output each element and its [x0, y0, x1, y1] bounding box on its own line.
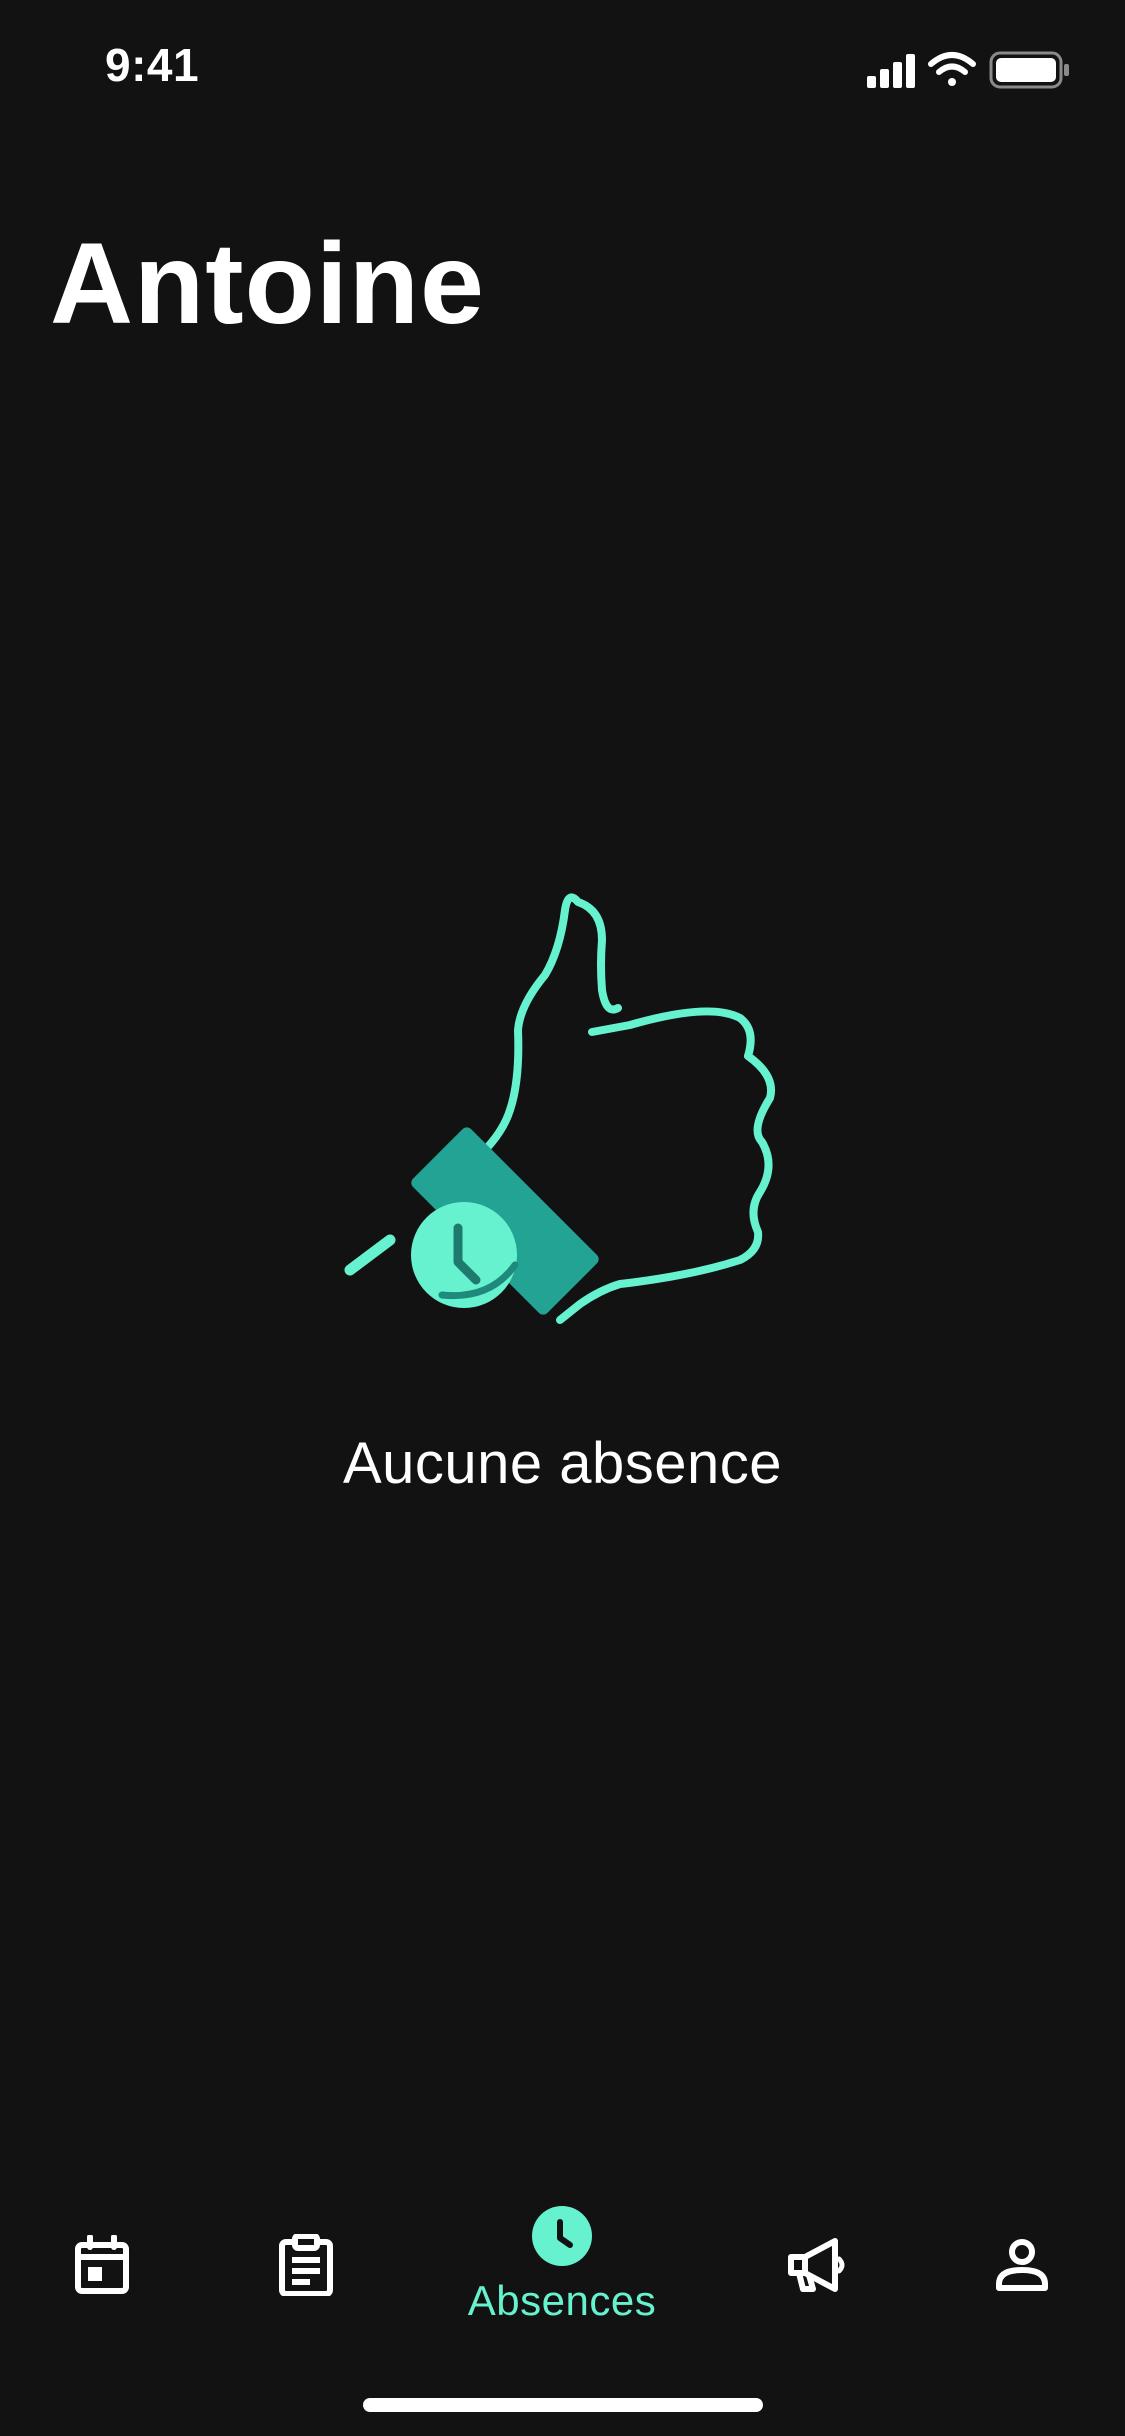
- megaphone-icon: [788, 2238, 845, 2292]
- home-indicator[interactable]: [363, 2398, 763, 2412]
- page-title: Antoine: [50, 220, 485, 349]
- wifi-icon: [928, 52, 976, 86]
- battery-icon: [989, 51, 1069, 89]
- status-bar: 9:41: [0, 0, 1125, 132]
- tab-absences-label: Absences: [467, 2277, 657, 2324]
- status-time: 9:41: [105, 39, 200, 91]
- calendar-icon: [75, 2235, 129, 2294]
- cellular-signal-icon: [867, 54, 915, 88]
- tab-profile[interactable]: [972, 2180, 1072, 2350]
- tab-bar: Absences: [0, 2180, 1125, 2350]
- tab-announcements[interactable]: [768, 2180, 868, 2350]
- tab-calendar[interactable]: [52, 2180, 152, 2350]
- tab-absences[interactable]: Absences: [452, 2180, 672, 2350]
- clock-icon: [532, 2206, 592, 2266]
- clipboard-icon: [279, 2234, 333, 2296]
- tab-clipboard[interactable]: [256, 2180, 356, 2350]
- status-icons: [867, 50, 1077, 90]
- thumbs-up-watch-illustration: [330, 880, 810, 1360]
- empty-state-message: Aucune absence: [342, 1431, 783, 1496]
- profile-icon: [996, 2239, 1048, 2291]
